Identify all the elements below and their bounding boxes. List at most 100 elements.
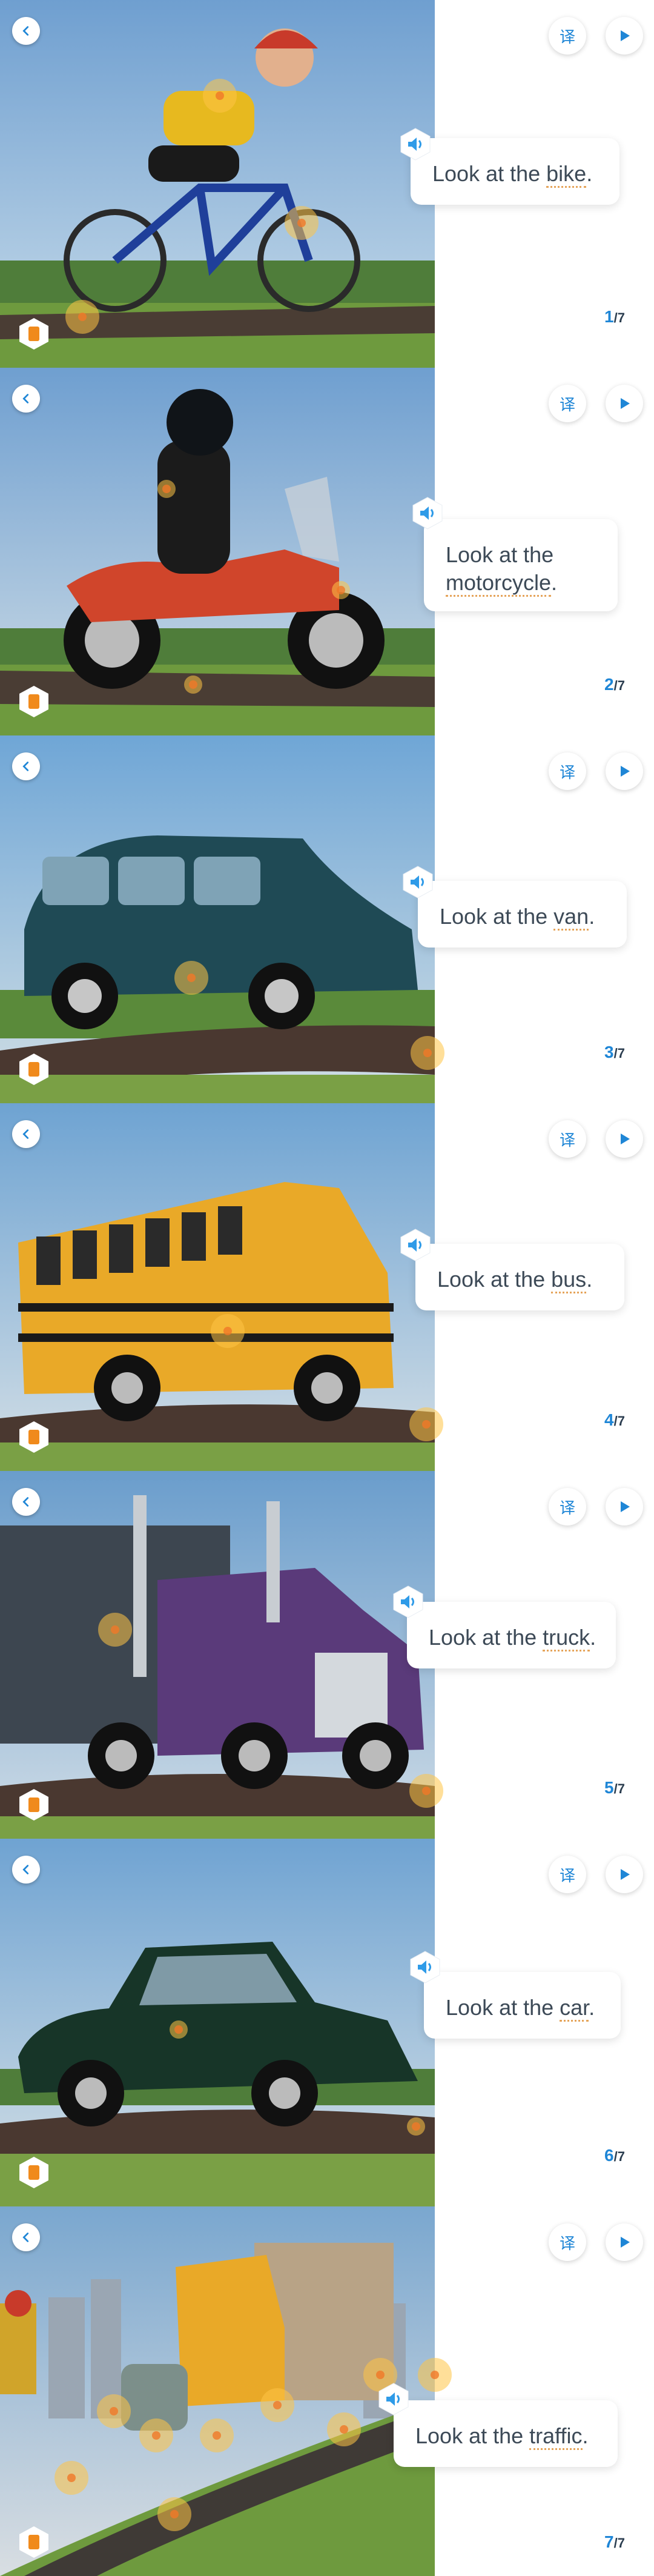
speaker-button[interactable]: [391, 1585, 425, 1619]
hotspot-handlebar[interactable]: [285, 206, 319, 240]
speaker-button[interactable]: [398, 1228, 432, 1262]
play-icon: [621, 398, 630, 409]
sentence-card: Look at the traffic.: [394, 2400, 618, 2467]
sentence: Look at the bus.: [437, 1266, 609, 1293]
back-button[interactable]: [12, 1856, 40, 1884]
translate-button[interactable]: 译: [549, 752, 586, 790]
play-button[interactable]: [606, 17, 643, 55]
speaker-icon: [403, 866, 433, 898]
hotspot-wheel[interactable]: [184, 676, 202, 694]
page-counter: 5/7: [604, 1778, 625, 1797]
speaker-button[interactable]: [398, 127, 432, 161]
hotspot-car[interactable]: [200, 2418, 234, 2452]
translate-button[interactable]: 译: [549, 1856, 586, 1893]
keyword[interactable]: traffic: [529, 2423, 583, 2450]
play-icon: [621, 766, 630, 777]
translate-button[interactable]: 译: [549, 1120, 586, 1158]
translate-label: 译: [559, 395, 575, 414]
illustration-bus: [0, 1103, 435, 1471]
hotspot-rider[interactable]: [157, 480, 176, 498]
hotspot-trailer[interactable]: [98, 1613, 132, 1647]
hotspot-motorcycle[interactable]: [139, 2418, 173, 2452]
back-button[interactable]: [12, 17, 40, 45]
book-button[interactable]: [17, 317, 51, 351]
hotspot-rider[interactable]: [203, 79, 237, 113]
back-button[interactable]: [12, 752, 40, 780]
chevron-left-icon: [22, 1129, 29, 1139]
chevron-left-icon: [22, 1865, 29, 1874]
back-button[interactable]: [12, 1120, 40, 1148]
speaker-icon: [412, 497, 443, 529]
chevron-left-icon: [22, 394, 29, 403]
story-page-2: 译 Look at the motorcycle. 2/7: [0, 368, 654, 735]
translate-button[interactable]: 译: [549, 17, 586, 55]
illustration-motorcycle: [0, 368, 435, 735]
hotspot-cyclist[interactable]: [97, 2394, 131, 2428]
hotspot-door[interactable]: [170, 2020, 188, 2039]
translate-button[interactable]: 译: [549, 2223, 586, 2261]
hotspot-bumper[interactable]: [411, 1036, 444, 1070]
page-counter: 7/7: [604, 2532, 625, 2551]
speaker-button[interactable]: [401, 865, 435, 899]
speaker-button[interactable]: [408, 1950, 442, 1984]
hotspot-road[interactable]: [157, 2497, 191, 2531]
translate-button[interactable]: 译: [549, 1488, 586, 1525]
sentence: Look at the bike.: [432, 160, 604, 188]
illustration-truck: [0, 1471, 435, 1839]
hotspot-truck[interactable]: [327, 2412, 361, 2446]
illustration-van: [0, 735, 435, 1103]
book-button[interactable]: [17, 685, 51, 719]
book-button[interactable]: [17, 2156, 51, 2189]
keyword[interactable]: car: [560, 1995, 589, 2022]
play-button[interactable]: [606, 1120, 643, 1158]
hotspot-van[interactable]: [418, 2358, 452, 2392]
hotspot-bumper[interactable]: [409, 1407, 443, 1441]
sentence-card: Look at the bus.: [415, 1244, 624, 1310]
book-button[interactable]: [17, 2525, 51, 2559]
translate-button[interactable]: 译: [549, 385, 586, 422]
book-button[interactable]: [17, 1788, 51, 1822]
keyword[interactable]: bike: [546, 161, 587, 188]
play-button[interactable]: [606, 385, 643, 422]
hotspot-bumper[interactable]: [407, 2117, 425, 2136]
hotspot-door[interactable]: [211, 1314, 245, 1348]
hotspot-engine[interactable]: [332, 581, 350, 599]
page-counter: 1/7: [604, 307, 625, 326]
play-button[interactable]: [606, 2223, 643, 2261]
sentence: Look at the traffic.: [415, 2422, 602, 2450]
speaker-button[interactable]: [411, 496, 444, 530]
translate-label: 译: [559, 2234, 575, 2252]
translate-label: 译: [559, 1866, 575, 1885]
story-page-5: 译 Look at the truck. 5/7: [0, 1471, 654, 1839]
book-icon: [19, 686, 48, 717]
speaker-button[interactable]: [377, 2382, 411, 2416]
back-button[interactable]: [12, 385, 40, 413]
hotspot-wheel[interactable]: [409, 1774, 443, 1808]
sentence: Look at the motorcycle.: [446, 541, 602, 597]
hotspot-wheel[interactable]: [65, 300, 99, 334]
back-button[interactable]: [12, 1488, 40, 1516]
play-button[interactable]: [606, 1488, 643, 1525]
book-icon: [19, 1789, 48, 1821]
sentence-card: Look at the car.: [424, 1972, 621, 2039]
hotspot-bus[interactable]: [260, 2388, 294, 2422]
book-button[interactable]: [17, 1420, 51, 1454]
play-button[interactable]: [606, 1856, 643, 1893]
keyword[interactable]: truck: [543, 1625, 590, 1651]
sentence-card: Look at the truck.: [407, 1602, 616, 1668]
book-icon: [19, 2157, 48, 2188]
keyword[interactable]: van: [553, 904, 589, 931]
hotspot-door[interactable]: [174, 961, 208, 995]
keyword[interactable]: motorcycle: [446, 570, 552, 597]
chevron-left-icon: [22, 762, 29, 771]
play-button[interactable]: [606, 752, 643, 790]
book-icon: [19, 1054, 48, 1085]
hotspot-bike-wheel[interactable]: [54, 2461, 88, 2495]
chevron-left-icon: [22, 1497, 29, 1507]
book-icon: [19, 2526, 48, 2558]
translate-label: 译: [559, 27, 575, 46]
back-button[interactable]: [12, 2223, 40, 2251]
play-icon: [621, 1501, 630, 1512]
book-button[interactable]: [17, 1052, 51, 1086]
keyword[interactable]: bus: [551, 1267, 587, 1293]
